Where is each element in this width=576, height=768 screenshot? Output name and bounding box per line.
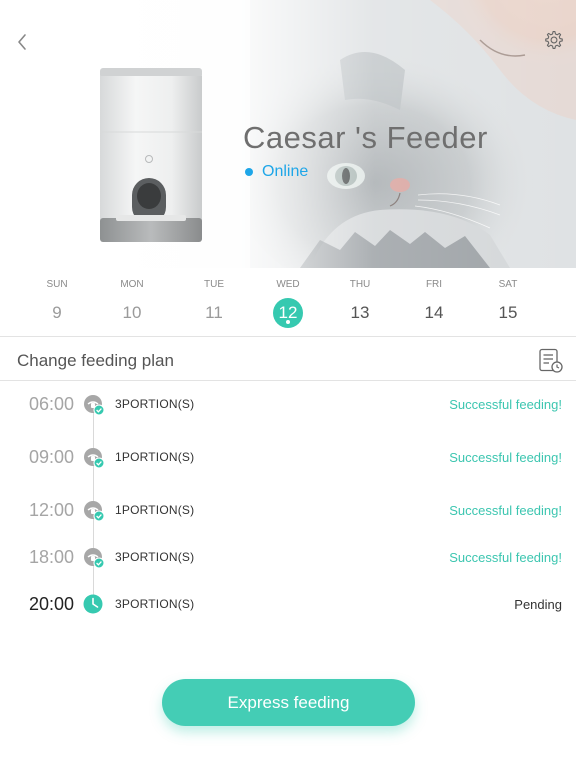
feeding-row: 12:00 1PORTION(S) Successful feeding! [0,496,576,526]
feeding-time: 09:00 [28,447,74,467]
schedule-list-icon[interactable] [538,348,564,374]
feeding-done-icon [84,548,105,569]
day-date: 10 [122,303,142,322]
feeding-status: Successful feeding! [449,550,562,565]
express-feeding-button[interactable]: Express feeding [162,679,415,726]
device-status: Online [245,163,308,181]
settings-button[interactable] [540,26,568,54]
feeding-time: 20:00 [28,594,74,614]
divider [0,380,576,381]
day-thu[interactable]: THU 13 [328,268,392,328]
chevron-left-icon [18,34,26,50]
feeding-time: 18:00 [28,547,74,567]
day-label: FRI [425,279,443,290]
feeding-status: Pending [514,597,562,612]
feeding-status: Successful feeding! [449,450,562,465]
feeding-row: 18:00 3PORTION(S) Successful feeding! [0,543,576,573]
day-date: 14 [424,303,444,322]
change-feeding-plan-link[interactable]: Change feeding plan [17,351,174,371]
divider [0,336,576,337]
day-wed[interactable]: WED 12 [256,268,320,328]
day-fri[interactable]: FRI 14 [402,268,466,328]
clock-pending-icon [83,594,103,614]
day-sun[interactable]: SUN 9 [25,268,89,328]
feeding-portion: 3PORTION(S) [115,597,195,611]
feeding-portion: 3PORTION(S) [115,550,195,564]
day-label: MON [120,279,144,290]
day-sat[interactable]: SAT 15 [476,268,540,328]
week-selector: SUN 9 MON 10 TUE 11 WED 12 THU 13 FRI 14… [0,268,576,336]
feeding-time: 12:00 [28,500,74,520]
day-label: THU [349,279,371,290]
back-button[interactable] [10,28,34,56]
day-date-selected: 12 [273,298,303,328]
feeding-row: 20:00 3PORTION(S) Pending [0,590,576,620]
feeding-row: 09:00 1PORTION(S) Successful feeding! [0,443,576,473]
day-tue[interactable]: TUE 11 [182,268,246,328]
day-date: 11 [205,303,223,322]
feeding-portion: 3PORTION(S) [115,397,195,411]
feeding-time: 06:00 [28,394,74,414]
day-label: WED [276,279,300,290]
online-dot-icon [245,168,253,176]
today-dot-icon [286,320,290,324]
feeding-status: Successful feeding! [449,503,562,518]
device-name: Caesar 's Feeder [243,120,488,155]
day-date: 15 [498,303,518,322]
feeding-done-icon [84,448,105,469]
feeding-row: 06:00 3PORTION(S) Successful feeding! [0,390,576,420]
feeding-portion: 1PORTION(S) [115,503,195,517]
day-label: SAT [498,279,518,290]
day-date: 9 [52,303,62,322]
status-text: Online [262,163,309,180]
hero-banner: Caesar 's Feeder Online [0,0,576,268]
feeding-portion: 1PORTION(S) [115,450,195,464]
feeder-device-image [100,68,202,242]
day-label: SUN [46,279,68,290]
day-label: TUE [204,279,224,290]
feeding-done-icon [84,395,105,416]
day-mon[interactable]: MON 10 [100,268,164,328]
feeding-status: Successful feeding! [449,397,562,412]
gear-icon [545,31,563,49]
day-date: 13 [350,303,370,322]
feeding-done-icon [84,501,105,522]
